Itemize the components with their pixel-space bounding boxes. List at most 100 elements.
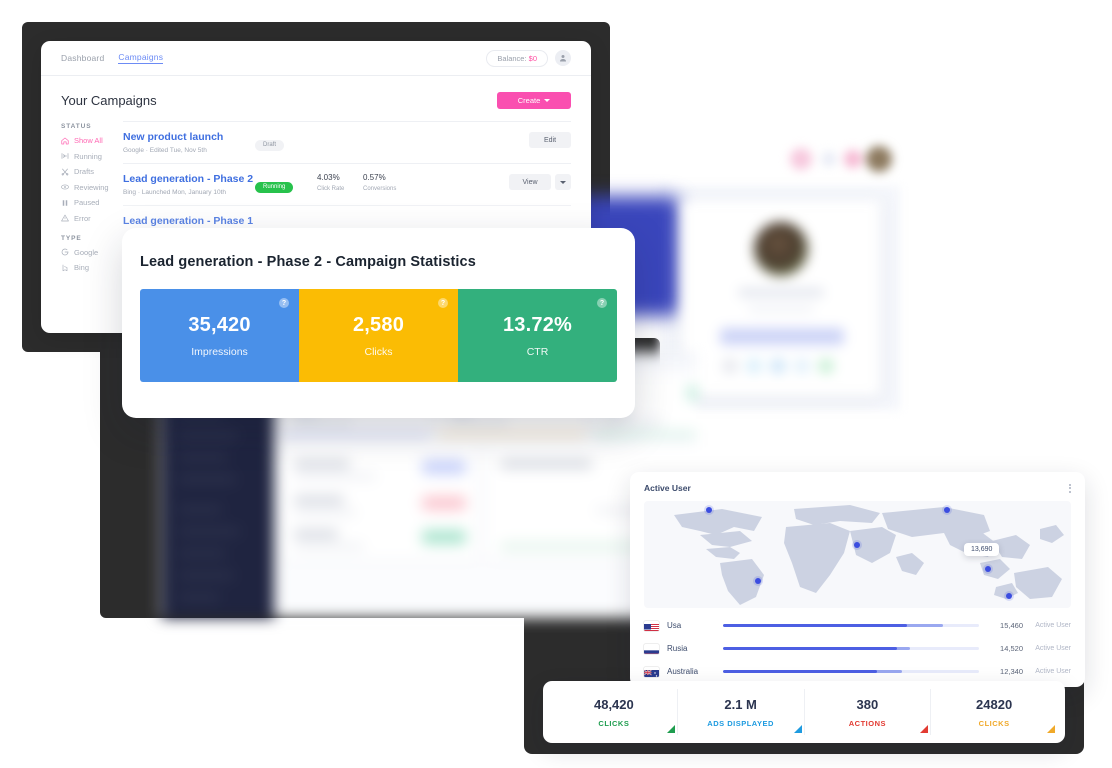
social-icon-2 xyxy=(746,358,762,374)
scissors-icon xyxy=(61,168,69,176)
metric-value: 4.03% xyxy=(317,173,340,183)
campaign-meta: Bing · Launched Mon, January 10th xyxy=(123,189,226,197)
create-button[interactable]: Create xyxy=(497,92,571,109)
flag-usa xyxy=(644,621,659,631)
active-user-panel: Active User 13,690 Usa 15,460 Active Use… xyxy=(630,472,1085,687)
sidebar-item-running[interactable]: Running xyxy=(61,152,123,161)
stat-value: 13.72% xyxy=(502,313,573,336)
stat-label: ACTIONS xyxy=(848,718,886,728)
stat-tile-clicks: ? 2,580 Clicks xyxy=(299,289,458,382)
sidebar-item-drafts[interactable]: Drafts xyxy=(61,167,123,176)
stat-label: CLICKS xyxy=(598,718,630,728)
country-list: Usa 15,460 Active User Rusia 14,520 Acti… xyxy=(630,608,1085,683)
sidebar-item-label: Show All xyxy=(74,136,103,145)
stat-cell-actions: 380 ACTIONS xyxy=(805,689,932,735)
country-value: 14,520 xyxy=(1000,644,1023,653)
map-dot-north-america xyxy=(706,507,712,513)
table-row[interactable]: Lead generation - Phase 2 Bing · Launche… xyxy=(123,163,571,205)
status-badge: Running xyxy=(255,181,294,193)
sidebar-item-google[interactable]: Google xyxy=(61,248,123,257)
metric-value: 0.57% xyxy=(363,173,386,183)
progress-track xyxy=(723,646,979,651)
campaign-name[interactable]: Lead generation - Phase 2 xyxy=(123,173,255,186)
row-dropdown-button[interactable] xyxy=(555,174,571,191)
kebab-menu-icon[interactable] xyxy=(1069,483,1071,493)
campaign-name[interactable]: New product launch xyxy=(123,131,255,144)
map-dot-australia xyxy=(1006,593,1012,599)
map-dot-asia xyxy=(944,507,950,513)
nav-item-campaigns[interactable]: Campaigns xyxy=(118,52,164,64)
status-group-title: STATUS xyxy=(61,123,92,130)
page-header: Your Campaigns Create xyxy=(41,76,591,117)
chevron-down-icon xyxy=(560,180,566,184)
stat-cell-clicks-2: 24820 CLICKS xyxy=(931,689,1057,735)
edit-button[interactable]: Edit xyxy=(529,132,571,148)
stat-value: 2,580 xyxy=(352,313,405,336)
nav-item-dashboard[interactable]: Dashboard xyxy=(61,53,104,63)
metric-label: Conversions xyxy=(363,186,397,193)
stat-value: 2.1 M xyxy=(724,696,757,712)
social-icon-1 xyxy=(722,358,738,374)
country-label: Active User xyxy=(1035,645,1071,652)
question-icon[interactable]: ? xyxy=(438,298,448,308)
pause-icon xyxy=(61,199,69,207)
table-row[interactable]: New product launch Google · Edited Tue, … xyxy=(123,121,571,163)
google-icon xyxy=(61,248,69,256)
type-group-title: TYPE xyxy=(61,234,82,242)
sidebar-item-error[interactable]: Error xyxy=(61,214,123,223)
corner-accent xyxy=(920,725,929,733)
avatar xyxy=(754,222,808,276)
stat-label: Clicks xyxy=(364,345,393,358)
social-icon-3 xyxy=(770,358,786,374)
stat-value: 24820 xyxy=(976,696,1013,712)
question-icon[interactable]: ? xyxy=(597,298,607,308)
social-icon-5 xyxy=(818,358,834,374)
sidebar-item-label: Paused xyxy=(74,198,100,207)
country-name: Australia xyxy=(667,667,699,676)
metric-conversions: 0.57% Conversions xyxy=(363,173,409,192)
country-label: Active User xyxy=(1035,622,1071,629)
sidebar-item-reviewing[interactable]: Reviewing xyxy=(61,183,123,192)
page-title: Your Campaigns xyxy=(61,93,157,108)
create-button-label: Create xyxy=(517,96,541,105)
sidebar-item-show-all[interactable]: Show All xyxy=(61,136,123,145)
map-dot-south-america xyxy=(755,578,761,584)
sidebar-item-paused[interactable]: Paused xyxy=(61,198,123,207)
background-profile-card xyxy=(682,200,880,396)
list-item[interactable]: Usa 15,460 Active User xyxy=(644,614,1071,637)
country-value: 12,340 xyxy=(1000,667,1023,676)
stat-value: 380 xyxy=(856,696,879,712)
chevron-down-icon xyxy=(544,99,551,102)
list-item[interactable]: Rusia 14,520 Active User xyxy=(644,637,1071,660)
metric-label: Click Rate xyxy=(317,186,345,193)
user-icon[interactable] xyxy=(555,50,571,66)
sidebar-item-bing[interactable]: Bing xyxy=(61,263,123,272)
sidebar-item-label: Error xyxy=(74,213,91,223)
profile-name-placeholder xyxy=(738,288,824,297)
composition-stage: Dashboard Campaigns Balance: $0 Your Cam… xyxy=(0,0,1112,768)
stat-cell-clicks: 48,420 CLICKS xyxy=(551,689,678,735)
map-dot-indonesia xyxy=(985,566,991,572)
panel-title: Active User xyxy=(644,483,691,493)
stat-label: CLICKS xyxy=(978,718,1010,728)
list-item[interactable]: Australia 12,340 Active User xyxy=(644,660,1071,683)
bing-icon xyxy=(61,264,69,272)
question-icon[interactable]: ? xyxy=(279,298,289,308)
home-icon xyxy=(61,137,69,145)
stat-label: Impressions xyxy=(191,345,248,358)
warning-icon xyxy=(61,214,69,222)
stat-cell-ads-displayed: 2.1 M ADS DISPLAYED xyxy=(678,689,805,735)
balance-value: $0 xyxy=(528,53,537,63)
balance-label: Balance: xyxy=(497,53,527,63)
view-button[interactable]: View xyxy=(509,174,551,191)
corner-accent xyxy=(1047,725,1055,733)
stat-label: CTR xyxy=(526,345,549,358)
profile-action-button xyxy=(720,328,844,345)
sidebar-item-label: Running xyxy=(74,151,102,161)
campaign-name[interactable]: Lead generation - Phase 1 xyxy=(123,215,255,228)
map-dot-africa xyxy=(854,542,860,548)
profile-role-placeholder xyxy=(748,306,814,312)
sidebar-item-label: Bing xyxy=(74,263,90,272)
sidebar-item-label: Google xyxy=(74,247,99,257)
sidebar-item-label: Reviewing xyxy=(74,182,109,192)
